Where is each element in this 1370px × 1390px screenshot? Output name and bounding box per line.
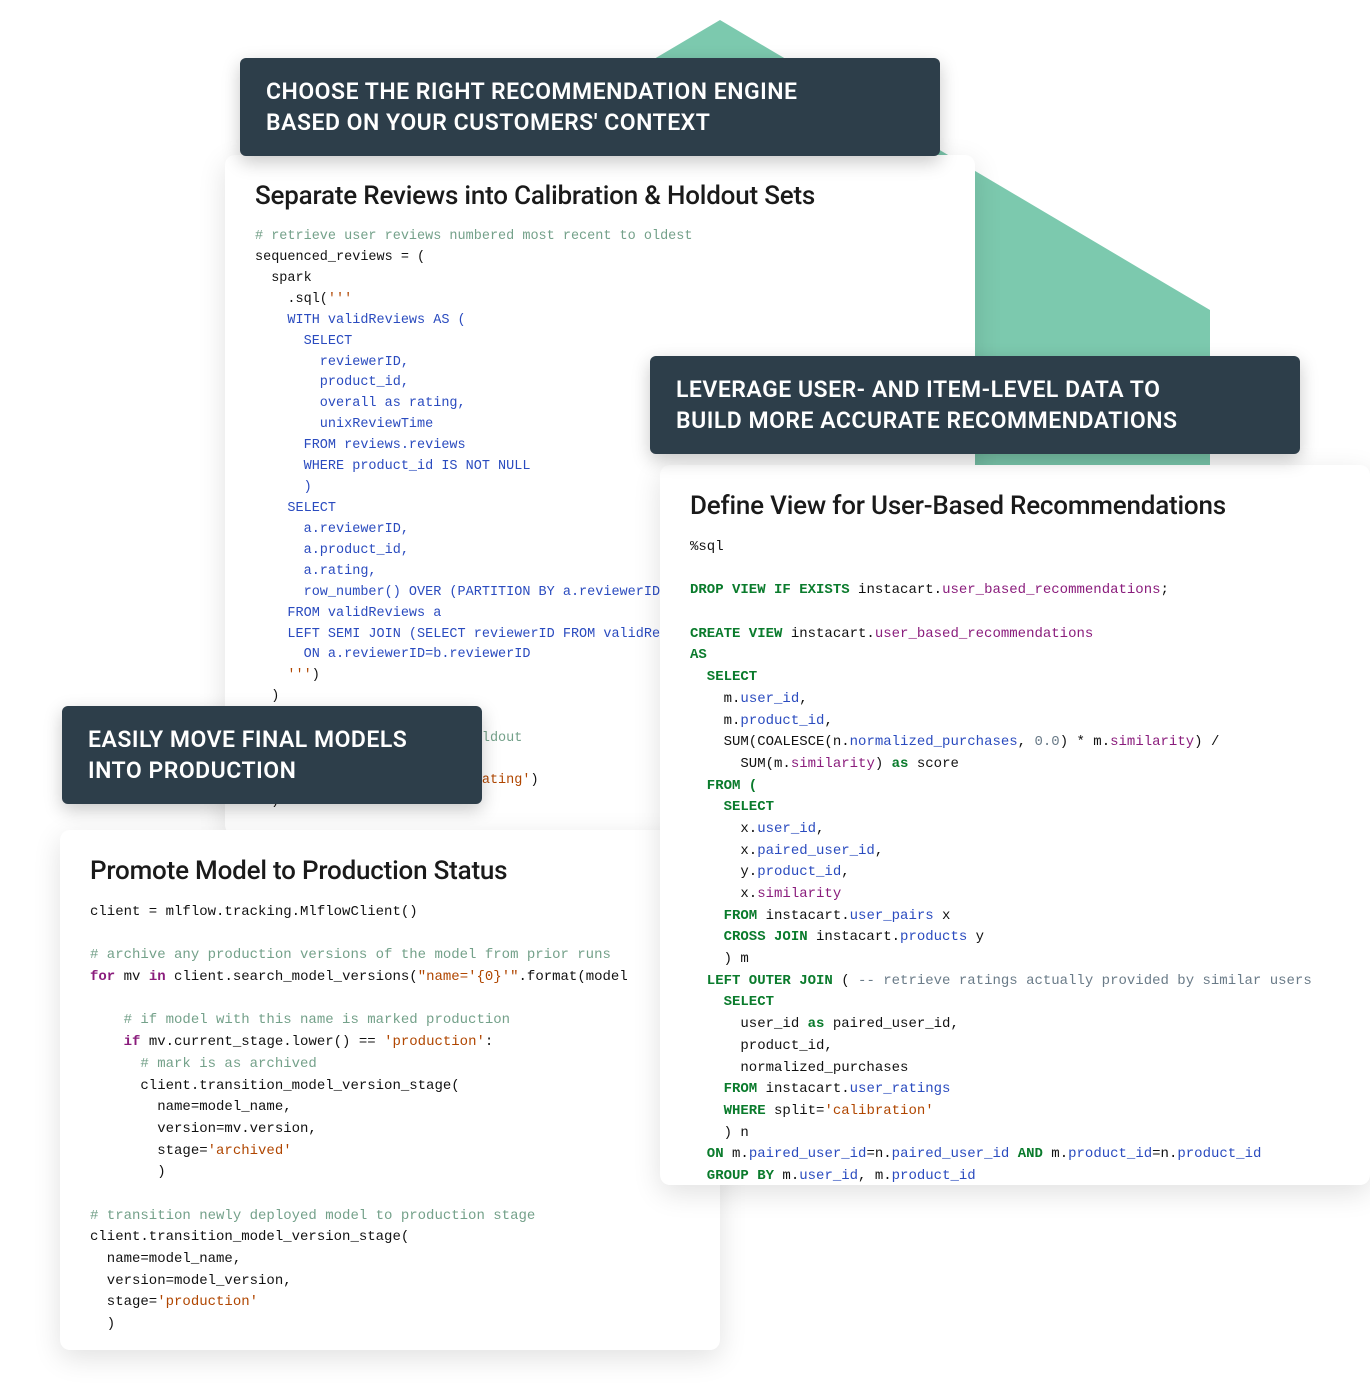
callout-left: EASILY MOVE FINAL MODELS INTO PRODUCTION bbox=[62, 706, 482, 804]
code-block-card2: %sql DROP VIEW IF EXISTS instacart.user_… bbox=[690, 537, 1340, 1185]
code-block-card3: client = mlflow.tracking.MlflowClient() … bbox=[90, 902, 690, 1336]
callout-right: LEVERAGE USER- AND ITEM-LEVEL DATA TO BU… bbox=[650, 356, 1300, 454]
card-title: Promote Model to Production Status bbox=[90, 856, 690, 886]
card-define-view: Define View for User-Based Recommendatio… bbox=[660, 465, 1370, 1185]
card-promote-model: Promote Model to Production Status clien… bbox=[60, 830, 720, 1350]
callout-line: BUILD MORE ACCURATE RECOMMENDATIONS bbox=[676, 405, 1274, 436]
callout-line: LEVERAGE USER- AND ITEM-LEVEL DATA TO bbox=[676, 374, 1274, 405]
callout-line: EASILY MOVE FINAL MODELS bbox=[88, 724, 456, 755]
card-title: Define View for User-Based Recommendatio… bbox=[690, 491, 1340, 521]
card-title: Separate Reviews into Calibration & Hold… bbox=[255, 181, 945, 211]
callout-line: BASED ON YOUR CUSTOMERS' CONTEXT bbox=[266, 107, 914, 138]
callout-line: INTO PRODUCTION bbox=[88, 755, 456, 786]
callout-top: CHOOSE THE RIGHT RECOMMENDATION ENGINE B… bbox=[240, 58, 940, 156]
callout-line: CHOOSE THE RIGHT RECOMMENDATION ENGINE bbox=[266, 76, 914, 107]
